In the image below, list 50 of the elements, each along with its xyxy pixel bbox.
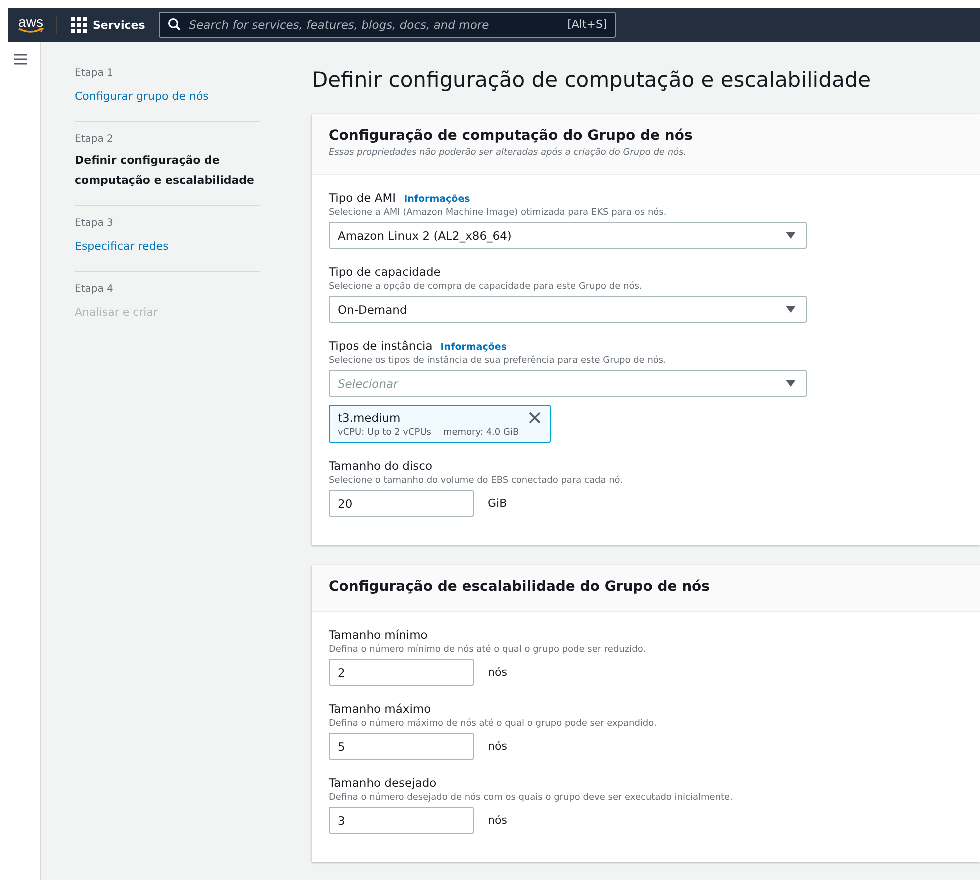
field-hint: Selecione a opção de compra de capacidade para este Grupo de nós. [329,282,644,292]
step-number: Etapa 4 [75,284,114,295]
field-label: Tamanho desejado [329,776,437,790]
field-label: Tamanho mínimo [329,628,428,642]
caret-icon [786,306,796,313]
close-icon[interactable] [528,411,542,425]
unit-label: nós [488,740,508,753]
unit-label: nós [488,814,508,827]
search-icon [168,18,182,31]
step-number: Etapa 3 [75,218,114,229]
field-hint: Selecione os tipos de instância de sua preferência para este Grupo de nós. [329,356,668,366]
page-title: Definir configuração de computação e escalabilidade [312,68,872,92]
step-number: Etapa 1 [75,68,114,79]
input-field[interactable]: 3 [329,807,474,834]
field-hint: Selecione a AMI (Amazon Machine Image) otimizada para EKS para os nós. [329,208,668,218]
input-field[interactable]: 2 [329,659,474,686]
caret-icon [786,232,796,239]
services-button[interactable]: Services [71,17,146,33]
select-field[interactable]: Amazon Linux 2 (AL2_x86_64) [329,222,807,249]
aws-logo[interactable]: aws [18,16,57,34]
input-field[interactable]: 20 [329,490,474,517]
field-hint: Selecione o tamanho do volume do EBS conectado para cada nó. [329,476,624,486]
unit-label: GiB [488,497,508,510]
token-vcpu: vCPU: Up to 2 vCPUs [338,428,432,438]
grid-icon [71,17,87,33]
field-hint: Defina o número máximo de nós até o qual o grupo pode ser expandido. [329,719,658,729]
card-description: Essas propriedades não poderão ser alteradas após a criação do Grupo de nós. [329,148,688,158]
field-label: Tipos de instância [329,339,433,353]
card-title: Configuração de computação do Grupo de nós [329,128,694,144]
card-title: Configuração de escalabilidade do Grupo de nós [329,579,712,595]
step-link[interactable]: Definir configuração de computação e escalabilidade [75,151,260,191]
step-link[interactable]: Configurar grupo de nós [75,87,209,107]
unit-label: nós [488,666,508,679]
field-hint: Defina o número desejado de nós com os quais o grupo deve ser executado inicialmente. [329,793,734,803]
token-memory: memory: 4.0 GiB [443,428,520,438]
field-label: Tipo de capacidade [329,265,441,279]
info-link[interactable]: Informações [440,342,507,353]
field-label: Tipo de AMI [329,191,396,205]
info-link[interactable]: Informações [404,194,470,205]
field-label: Tamanho máximo [329,702,432,716]
step-number: Etapa 2 [75,134,114,145]
caret-icon [786,380,796,387]
select-field[interactable]: On-Demand [329,296,807,323]
token-name: t3.medium [338,411,402,425]
step-link[interactable]: Especificar redes [75,237,169,257]
menu-icon[interactable] [14,54,26,65]
field-hint: Defina o número mínimo de nós até o qual o grupo pode ser reduzido. [329,645,648,655]
field-label: Tamanho do disco [329,459,433,473]
input-field[interactable]: 5 [329,733,474,760]
shortcut-hint: [Alt+S] [568,18,608,31]
